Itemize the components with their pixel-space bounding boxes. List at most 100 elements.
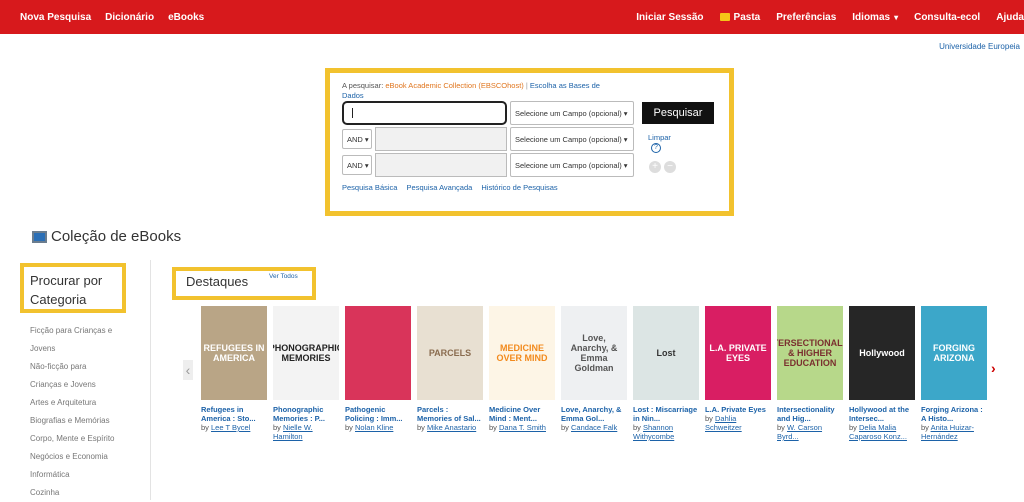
book-card[interactable]: Hollywood Hollywood at the Intersec... by … — [849, 306, 915, 441]
book-cover-text: FORGING ARIZONA — [933, 343, 975, 363]
category-item[interactable]: Jovens — [30, 340, 140, 358]
book-title[interactable]: Parcels : Memories of Sal... — [417, 405, 483, 423]
database-name: eBook Academic Collection (EBSCOhost) — [385, 81, 524, 90]
advanced-search-link[interactable]: Pesquisa Avançada — [407, 183, 473, 192]
remove-row-button[interactable]: − — [664, 161, 676, 173]
by-label: by — [201, 423, 209, 432]
nav-sign-in-label: Iniciar Sessão — [636, 11, 704, 23]
book-cover-text: Lost — [656, 348, 676, 358]
by-label: by — [345, 423, 353, 432]
nav-preferences[interactable]: Preferências — [776, 12, 836, 23]
author-link[interactable]: Anita Huizar-Hernández — [921, 423, 974, 441]
author-link[interactable]: Candace Falk — [571, 423, 617, 432]
category-item[interactable]: Negócios e Economia — [30, 448, 140, 466]
carousel-prev-icon[interactable]: ‹ — [183, 360, 193, 380]
by-label: by — [921, 423, 929, 432]
nav-sign-in[interactable]: Iniciar Sessão — [636, 12, 703, 23]
folder-icon — [719, 13, 730, 21]
book-author: by Dana T. Smith — [489, 423, 555, 432]
book-title[interactable]: Intersectionality and Hig... — [777, 405, 843, 423]
by-label: by — [777, 423, 785, 432]
nav-help[interactable]: Ajuda — [996, 12, 1024, 23]
field-select-1[interactable]: Selecione um Campo (opcional) ▾ — [510, 101, 634, 125]
book-cover[interactable]: FORGING ARIZONA — [921, 306, 987, 400]
book-title[interactable]: Hollywood at the Intersec... — [849, 405, 915, 423]
boolean-select-3[interactable]: AND ▾ — [342, 155, 372, 175]
add-row-button[interactable]: + — [649, 161, 661, 173]
book-title[interactable]: L.A. Private Eyes — [705, 405, 771, 414]
book-title[interactable]: Phonographic Memories : P... — [273, 405, 339, 423]
book-cover[interactable]: REFUGEES IN AMERICA — [201, 306, 267, 400]
category-item[interactable]: Cozinha — [30, 484, 140, 502]
book-card[interactable]: MEDICINE OVER MIND Medicine Over Mind : M… — [489, 306, 555, 432]
book-title[interactable]: Lost : Miscarriage in Nin... — [633, 405, 699, 423]
nav-consult[interactable]: Consulta-ecol — [914, 12, 980, 23]
author-link[interactable]: Nolan Kline — [355, 423, 393, 432]
book-cover[interactable] — [345, 306, 411, 400]
book-cover[interactable]: L.A. PRIVATE EYES — [705, 306, 771, 400]
field-select-3[interactable]: Selecione um Campo (opcional) ▾ — [510, 153, 634, 177]
category-item[interactable]: Biografias e Memórias — [30, 412, 140, 430]
author-link[interactable]: Delia Malia Caparoso Konz... — [849, 423, 907, 441]
book-card[interactable]: Pathogenic Policing : Imm... by Nolan Kli… — [345, 306, 411, 432]
category-item[interactable]: Artes e Arquitetura — [30, 394, 140, 412]
search-history-link[interactable]: Histórico de Pesquisas — [481, 183, 557, 192]
nav-new-search[interactable]: Nova Pesquisa — [20, 12, 91, 23]
book-cover[interactable]: INTERSECTIONALITY & HIGHER EDUCATION — [777, 306, 843, 400]
book-author: by Dahlia Schweitzer — [705, 414, 771, 432]
book-cover[interactable]: PHONOGRAPHIC MEMORIES — [273, 306, 339, 400]
nav-folder[interactable]: Pasta — [719, 12, 760, 23]
see-all-link[interactable]: Ver Todos — [269, 273, 298, 280]
book-cover[interactable]: PARCELS — [417, 306, 483, 400]
search-mode-links: Pesquisa Básica Pesquisa Avançada Histór… — [342, 183, 565, 192]
book-card[interactable]: PHONOGRAPHIC MEMORIES Phonographic Memori… — [273, 306, 339, 441]
nav-languages[interactable]: Idiomas ▾ — [852, 12, 898, 23]
highlights-header: Destaques Ver Todos — [172, 267, 316, 300]
book-card[interactable]: L.A. PRIVATE EYES L.A. Private Eyes by Dah… — [705, 306, 771, 432]
carousel-next-icon[interactable]: › — [991, 360, 996, 376]
boolean-select-2[interactable]: AND ▾ — [342, 129, 372, 149]
nav-dictionary[interactable]: Dicionário — [105, 12, 154, 23]
help-icon[interactable]: ? — [651, 143, 661, 153]
search-button[interactable]: Pesquisar — [642, 102, 714, 124]
book-author: by Nielle W. Hamilton — [273, 423, 339, 441]
author-link[interactable]: Lee T Bycel — [211, 423, 250, 432]
book-cover[interactable]: Hollywood — [849, 306, 915, 400]
field-select-2[interactable]: Selecione um Campo (opcional) ▾ — [510, 127, 634, 151]
book-title[interactable]: Medicine Over Mind : Ment... — [489, 405, 555, 423]
book-card[interactable]: PARCELS Parcels : Memories of Sal... by Mi… — [417, 306, 483, 432]
book-cover[interactable]: Love, Anarchy, & Emma Goldman — [561, 306, 627, 400]
nav-help-label: Ajuda — [996, 11, 1024, 23]
category-item[interactable]: Crianças e Jovens — [30, 376, 140, 394]
author-link[interactable]: Mike Anastario — [427, 423, 476, 432]
clear-link[interactable]: Limpar? — [648, 133, 671, 153]
book-card[interactable]: Lost Lost : Miscarriage in Nin... by Shann… — [633, 306, 699, 441]
by-label: by — [489, 423, 497, 432]
book-card[interactable]: INTERSECTIONALITY & HIGHER EDUCATION Inte… — [777, 306, 843, 441]
category-item[interactable]: Informática — [30, 466, 140, 484]
top-navigation-bar: Nova Pesquisa Dicionário eBooks Iniciar … — [0, 0, 1024, 34]
book-card[interactable]: REFUGEES IN AMERICA Refugees in America :… — [201, 306, 267, 432]
user-nav: Iniciar Sessão Pasta Preferências Idioma… — [620, 0, 1024, 34]
search-term-input-2[interactable] — [375, 127, 507, 151]
book-card[interactable]: Love, Anarchy, & Emma Goldman Love, Anarc… — [561, 306, 627, 432]
book-cover[interactable]: MEDICINE OVER MIND — [489, 306, 555, 400]
book-title[interactable]: Pathogenic Policing : Imm... — [345, 405, 411, 423]
book-cover-text: MEDICINE OVER MIND — [496, 343, 548, 363]
book-cover[interactable]: Lost — [633, 306, 699, 400]
basic-search-link[interactable]: Pesquisa Básica — [342, 183, 397, 192]
search-term-input-1[interactable] — [342, 101, 507, 125]
search-term-input-3[interactable] — [375, 153, 507, 177]
book-title[interactable]: Love, Anarchy, & Emma Gol... — [561, 405, 627, 423]
book-title[interactable]: Forging Arizona : A Histo... — [921, 405, 987, 423]
category-item[interactable]: Ficção para Crianças e — [30, 322, 140, 340]
book-card[interactable]: FORGING ARIZONA Forging Arizona : A Histo… — [921, 306, 987, 441]
highlights-title: Destaques — [186, 274, 249, 289]
category-item[interactable]: Não-ficção para — [30, 358, 140, 376]
searching-prefix: A pesquisar: — [342, 81, 384, 90]
book-title[interactable]: Refugees in America : Sto... — [201, 405, 267, 423]
category-item[interactable]: Corpo, Mente e Espírito — [30, 430, 140, 448]
by-label: by — [561, 423, 569, 432]
author-link[interactable]: Dana T. Smith — [499, 423, 546, 432]
nav-ebooks[interactable]: eBooks — [168, 12, 204, 23]
